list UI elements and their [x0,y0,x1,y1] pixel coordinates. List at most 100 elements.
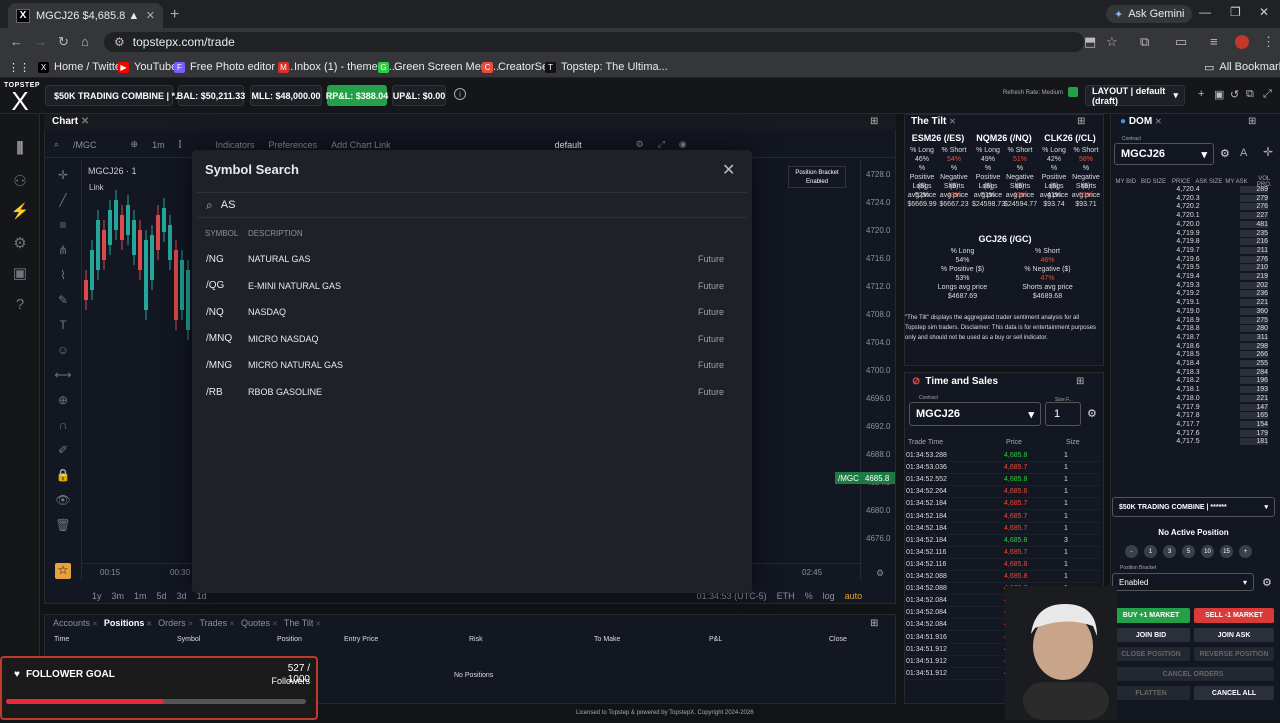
auto-scale-toggle[interactable]: auto [845,591,863,601]
preferences-button[interactable]: Preferences [269,140,318,150]
dom-row[interactable]: 4,718.1 193 [1112,386,1272,394]
cast-icon[interactable]: ▭ [1175,34,1187,50]
brush-icon[interactable]: ✎ [54,293,72,307]
eye-icon[interactable]: 👁 [54,493,72,507]
gear-icon[interactable]: ⚙ [1220,147,1230,160]
add-panel-icon[interactable]: ⊞ [870,116,878,127]
dom-row[interactable]: 4,720.1 227 [1112,212,1272,220]
dom-row[interactable]: 4,718.7 311 [1112,333,1272,342]
dom-row[interactable]: 4,717.7 154 [1112,420,1272,429]
gear-icon[interactable]: ⚙ [876,568,884,579]
indicators-button[interactable]: Indicators [216,140,255,150]
quantity-button[interactable]: 3 [1163,545,1176,558]
dom-row[interactable]: 4,719.8 216 [1112,238,1272,246]
quantity-button[interactable]: 5 [1182,545,1195,558]
chart-layout-name[interactable]: default [555,140,582,150]
add-compare-icon[interactable]: ⊕ [131,139,139,150]
dom-row[interactable]: 4,718.6 298 [1112,342,1272,351]
tab-close-icon[interactable]: ✕ [146,9,155,22]
bottom-tab[interactable]: The Tilt ✕ [284,618,321,628]
browser-menu-icon[interactable]: ⋮ [1262,34,1275,50]
account-selector[interactable]: $50K TRADING COMBINE | *... ▾ [45,85,187,106]
pencil-lock-icon[interactable]: ✐ [54,443,72,457]
back-icon[interactable]: ← [10,34,23,49]
cancel-orders-button[interactable]: CANCEL ORDERS [1112,667,1274,681]
range-1y[interactable]: 1y [92,591,102,601]
info-icon[interactable]: i [454,88,466,100]
cancel-all-button[interactable]: CANCEL ALL [1194,686,1274,700]
url-input[interactable]: ⚙ topstepx.com/trade [104,32,1084,52]
dom-row[interactable]: 4,719.7 211 [1112,246,1272,255]
fullscreen-icon[interactable]: ⤢ [658,139,665,150]
close-icon[interactable]: ✕ [949,117,956,126]
camera-icon[interactable]: ◉ [679,139,687,150]
sell-market-button[interactable]: SELL -1 MARKET [1194,608,1274,623]
dom-row[interactable]: 4,719.6 276 [1112,255,1272,264]
trendline-icon[interactable]: ╱ [54,193,72,207]
tab-chart[interactable]: Chart ✕ [52,116,89,127]
browser-tab[interactable]: X MGCJ26 $4,685.8 ▲ +1.74% ✕ [8,3,163,28]
close-icon[interactable]: ✕ [270,621,278,628]
bottom-tab[interactable]: Quotes ✕ [241,618,278,628]
dom-row[interactable]: 4,720.4 289 [1112,186,1272,194]
close-icon[interactable]: ✕ [313,621,321,628]
close-icon[interactable]: ✕ [81,116,89,127]
dom-row[interactable]: 4,719.1 221 [1112,299,1272,307]
lines-icon[interactable]: ≡ [54,218,72,232]
dom-row[interactable]: 4,717.9 147 [1112,403,1272,412]
buy-market-button[interactable]: BUY +1 MARKET [1112,608,1190,623]
trash-icon[interactable]: 🗑 [54,518,72,532]
forward-icon[interactable]: → [34,34,47,49]
gear-icon[interactable]: ⚙ [636,139,644,150]
add-panel-icon[interactable]: ⊞ [1076,376,1084,387]
tns-contract-select[interactable]: MGCJ26 ▾ [909,402,1041,426]
bookmark-item[interactable]: X Home / Twitter [38,59,125,75]
bottom-tab[interactable]: Accounts ✕ [53,618,98,628]
chart-type-icon[interactable]: ⫿ [179,139,182,150]
community-icon[interactable]: ⚇ [8,172,32,192]
refresh-checkbox[interactable] [1068,87,1078,97]
symbol-search-input[interactable] [220,199,421,211]
analytics-icon[interactable]: ⚡ [8,202,32,222]
trade-icon[interactable]: ⫼ [8,140,32,160]
lock-icon[interactable]: 🔒 [54,468,72,482]
bottom-tab[interactable]: Positions ✕ [104,618,152,628]
center-icon[interactable]: ✛ [1263,145,1273,159]
measure-icon[interactable]: ⟷ [54,368,72,382]
dom-contract-select[interactable]: MGCJ26 ▾ [1114,143,1214,165]
tradingview-icon[interactable]: ▣ [8,264,32,284]
add-panel-icon[interactable]: ⊞ [1248,116,1256,127]
range-3d[interactable]: 3d [177,591,187,601]
minimize-icon[interactable]: — [1199,5,1211,19]
bracket-select[interactable]: Enabled ▾ [1112,573,1254,591]
dom-row[interactable]: 4,718.9 275 [1112,316,1272,325]
close-icon[interactable]: ✕ [722,160,735,180]
dom-row[interactable]: 4,717.6 179 [1112,429,1272,438]
dom-row[interactable]: 4,718.0 221 [1112,394,1272,403]
apps-icon[interactable]: ⋮⋮ [8,59,30,75]
close-icon[interactable]: ✕ [227,621,235,628]
symbol-result-row[interactable]: /NQ NASDAQ Future [196,299,748,325]
dom-row[interactable]: 4,720.0 481 [1112,220,1272,229]
bookmark-item[interactable]: T Topstep: The Ultima... [545,59,668,75]
symbol-result-row[interactable]: /QG E-MINI NATURAL GAS Future [196,273,748,299]
add-icon[interactable]: + [1198,88,1204,100]
dom-row[interactable]: 4,719.9 235 [1112,229,1272,238]
all-bookmarks-button[interactable]: ▭ All Bookmarks [1204,59,1280,75]
reading-list-icon[interactable]: ≡ [1210,34,1218,49]
add-chart-link-button[interactable]: Add Chart Link [331,140,391,150]
bottom-tab[interactable]: Trades ✕ [200,618,236,628]
gear-icon[interactable]: ⚙ [1262,576,1272,589]
emoji-icon[interactable]: ☺ [54,343,72,357]
symbol-result-row[interactable]: /NG NATURAL GAS Future [196,246,748,272]
dom-row[interactable]: 4,720.3 279 [1112,194,1272,203]
dom-row[interactable]: 4,718.8 280 [1112,325,1272,333]
bookmark-item[interactable]: ▶ YouTube [118,59,177,75]
search-icon[interactable]: ⌕ [54,139,59,150]
bookmark-star-icon[interactable]: ☆ [1106,34,1118,50]
dom-row[interactable]: 4,719.3 202 [1112,281,1272,290]
dom-row[interactable]: 4,719.2 236 [1112,290,1272,298]
dom-row[interactable]: 4,720.2 276 [1112,203,1272,211]
close-icon[interactable]: ✕ [144,621,152,628]
bookmark-item[interactable]: C CreatorSet [482,59,551,75]
